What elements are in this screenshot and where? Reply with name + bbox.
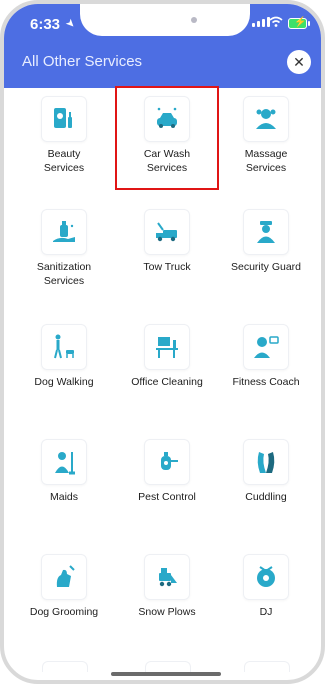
service-label: Office Cleaning [131,376,203,388]
service-tile[interactable]: Tow Truck [117,201,217,301]
service-label: Massage Services [244,148,288,174]
service-tile-partial [145,661,191,672]
service-tile[interactable]: Snow Plows [117,546,217,646]
service-tile[interactable]: Maids [14,431,114,531]
office-cleaning-icon [144,324,190,370]
page-title: All Other Services [22,53,143,70]
service-tile[interactable]: Pest Control [117,431,217,531]
service-tile[interactable]: Massage Services [216,88,316,188]
fitness-coach-icon [243,324,289,370]
service-tile[interactable]: Dog Grooming [14,546,114,646]
service-tile[interactable]: Sanitization Services [14,201,114,301]
service-label: DJ [259,606,273,618]
status-bar: 6:33 ➤ ⚡ [4,4,321,44]
notch [80,4,250,36]
pest-control-icon [144,439,190,485]
security-guard-icon [243,209,289,255]
signal-icon [252,17,270,27]
service-tile[interactable]: Beauty Services [14,88,114,188]
service-label: Pest Control [138,491,196,503]
service-label: Maids [49,491,78,503]
phone-frame: 6:33 ➤ ⚡ All Other Services ✕ Beauty Serv… [0,0,325,684]
wifi-icon [269,16,283,27]
car-wash-icon [144,96,190,142]
service-label: Dog Grooming [29,606,99,618]
dog-grooming-icon [41,554,87,600]
battery-icon: ⚡ [288,17,310,29]
service-tile[interactable]: Office Cleaning [117,316,217,416]
service-label: Snow Plows [138,606,196,618]
sanitization-icon [41,209,87,255]
dj-icon [243,554,289,600]
service-tile[interactable]: Security Guard [216,201,316,301]
close-icon: ✕ [293,53,305,70]
maid-icon [41,439,87,485]
camera-dot [191,17,197,23]
massage-icon [243,96,289,142]
location-arrow-icon: ➤ [62,16,78,32]
service-tile[interactable]: Fitness Coach [216,316,316,416]
snow-plow-icon [144,554,190,600]
dog-walking-icon [41,324,87,370]
tow-truck-icon [144,209,190,255]
service-label: Fitness Coach [232,376,300,388]
service-label: Security Guard [230,261,302,273]
beauty-icon [41,96,87,142]
service-tile-partial [244,661,290,672]
service-label: Tow Truck [143,261,191,273]
home-indicator [111,672,221,676]
service-label: Sanitization Services [36,261,92,287]
service-tile[interactable]: Cuddling [216,431,316,531]
service-tile-partial [42,661,88,672]
service-tile[interactable]: DJ [216,546,316,646]
service-tile[interactable]: Car Wash Services [115,86,219,190]
header-bar: 6:33 ➤ ⚡ All Other Services ✕ [4,4,321,88]
service-label: Cuddling [245,491,287,503]
status-time: 6:33 [30,16,61,33]
close-button[interactable]: ✕ [287,50,311,74]
service-label: Beauty Services [43,148,85,174]
cuddling-icon [243,439,289,485]
service-label: Car Wash Services [143,148,191,174]
service-label: Dog Walking [34,376,94,388]
service-tile[interactable]: Dog Walking [14,316,114,416]
